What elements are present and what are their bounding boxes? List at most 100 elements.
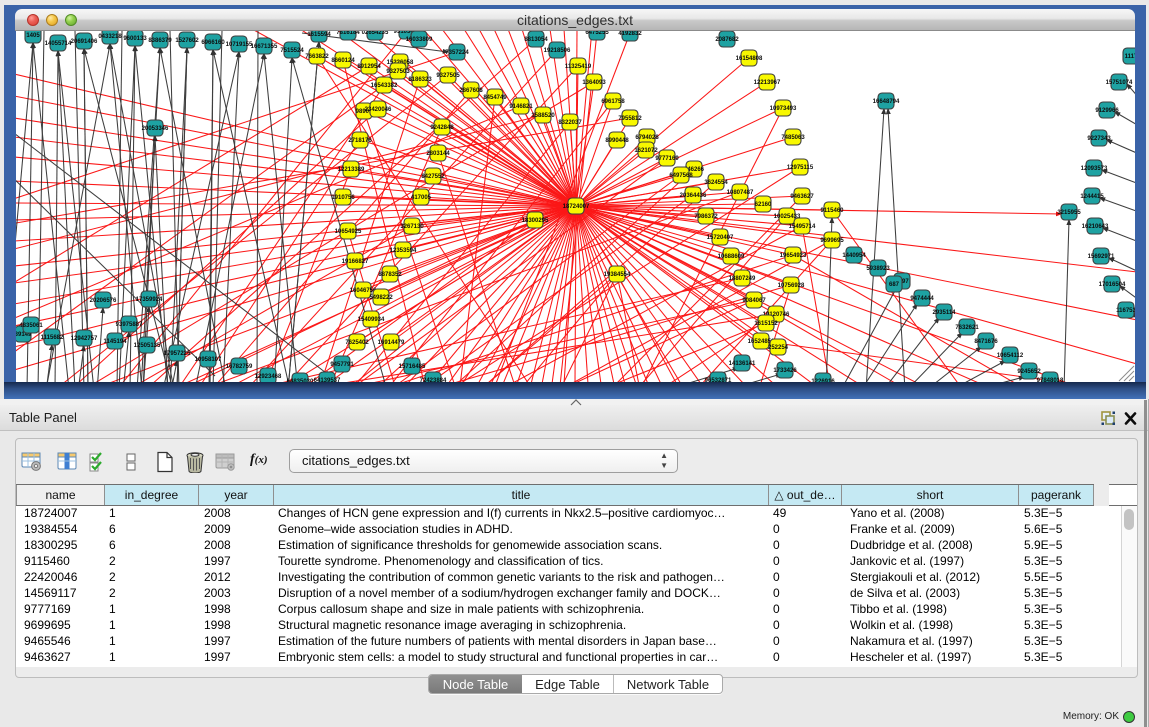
svg-text:0433218: 0433218 xyxy=(98,34,122,40)
svg-text:9115460: 9115460 xyxy=(820,208,844,214)
svg-text:15495714: 15495714 xyxy=(789,224,816,230)
svg-text:11325419: 11325419 xyxy=(565,64,592,70)
svg-text:9699695: 9699695 xyxy=(820,238,844,244)
svg-text:20364436: 20364436 xyxy=(680,193,707,199)
svg-text:1226916: 1226916 xyxy=(811,379,835,382)
svg-text:8878352: 8878352 xyxy=(378,272,402,278)
svg-text:9245652: 9245652 xyxy=(1017,369,1041,375)
svg-text:12213967: 12213967 xyxy=(754,80,781,86)
svg-text:9327505: 9327505 xyxy=(436,73,460,79)
svg-text:7625402: 7625402 xyxy=(345,340,369,346)
svg-text:1527602: 1527602 xyxy=(175,38,199,44)
svg-text:8471676: 8471676 xyxy=(974,339,998,345)
svg-text:64835030: 64835030 xyxy=(287,379,314,382)
svg-text:8813054: 8813054 xyxy=(524,37,548,43)
svg-text:6966160: 6966160 xyxy=(201,40,225,46)
svg-text:9146821: 9146821 xyxy=(509,104,533,110)
svg-text:16154808: 16154808 xyxy=(736,56,763,62)
svg-text:3215955: 3215955 xyxy=(1057,210,1081,216)
svg-text:02654235: 02654235 xyxy=(362,31,389,36)
svg-text:4192832: 4192832 xyxy=(618,31,642,37)
svg-text:252254: 252254 xyxy=(768,345,789,351)
svg-text:20206576: 20206576 xyxy=(90,298,117,304)
svg-text:1615594: 1615594 xyxy=(307,32,331,38)
svg-text:1405: 1405 xyxy=(26,33,40,39)
svg-text:23420046: 23420046 xyxy=(365,107,392,113)
svg-text:19218506: 19218506 xyxy=(544,48,571,54)
svg-text:2867608: 2867608 xyxy=(459,88,483,94)
svg-text:17016504: 17016504 xyxy=(1099,282,1126,288)
svg-text:6497568: 6497568 xyxy=(669,173,693,179)
svg-text:19384554: 19384554 xyxy=(604,272,631,278)
svg-text:14136141: 14136141 xyxy=(729,361,756,367)
svg-text:16914479: 16914479 xyxy=(378,340,405,346)
svg-text:15692971: 15692971 xyxy=(1088,254,1115,260)
svg-text:16033809: 16033809 xyxy=(406,37,433,43)
svg-text:1117: 1117 xyxy=(1125,54,1135,60)
svg-text:16210643: 16210643 xyxy=(1082,224,1109,230)
svg-text:2803144: 2803144 xyxy=(426,151,450,157)
svg-text:7955812: 7955812 xyxy=(618,116,642,122)
svg-text:8660124: 8660124 xyxy=(331,58,355,64)
svg-text:1733426: 1733426 xyxy=(773,368,797,374)
svg-text:93975887: 93975887 xyxy=(116,322,143,328)
svg-text:1145194: 1145194 xyxy=(103,339,127,345)
svg-text:687: 687 xyxy=(889,282,900,288)
svg-text:9242848: 9242848 xyxy=(430,125,454,131)
svg-text:8990448: 8990448 xyxy=(605,138,629,144)
svg-text:8386379: 8386379 xyxy=(148,38,172,44)
svg-text:7357224: 7357224 xyxy=(445,50,469,56)
svg-text:18300295: 18300295 xyxy=(522,218,549,224)
svg-text:12942757: 12942757 xyxy=(71,336,98,342)
svg-text:64139537: 64139537 xyxy=(314,378,341,382)
svg-text:1615152: 1615152 xyxy=(754,321,778,327)
svg-text:7816184: 7816184 xyxy=(336,31,360,36)
svg-text:2087682: 2087682 xyxy=(715,37,739,43)
svg-text:1115682: 1115682 xyxy=(41,335,64,341)
svg-text:2935114: 2935114 xyxy=(932,310,956,316)
svg-text:20691406: 20691406 xyxy=(71,39,98,45)
svg-text:9084067: 9084067 xyxy=(742,298,766,304)
svg-text:9600133: 9600133 xyxy=(123,36,147,42)
svg-text:9777169: 9777169 xyxy=(655,156,679,162)
svg-text:8454749: 8454749 xyxy=(483,95,507,101)
svg-text:6475255: 6475255 xyxy=(585,31,609,36)
svg-text:8186323: 8186323 xyxy=(408,77,432,83)
svg-text:116753: 116753 xyxy=(1116,308,1135,314)
svg-text:16782759: 16782759 xyxy=(226,364,253,370)
svg-text:62160: 62160 xyxy=(755,202,772,208)
svg-text:19654923: 19654923 xyxy=(780,253,807,259)
svg-text:17359924: 17359924 xyxy=(136,297,163,303)
svg-text:12093573: 12093573 xyxy=(1081,166,1108,172)
svg-text:16543382: 16543382 xyxy=(371,83,398,89)
svg-text:6794028: 6794028 xyxy=(635,135,659,141)
svg-text:19166827: 19166827 xyxy=(342,259,369,265)
svg-text:7632621: 7632621 xyxy=(955,325,979,331)
svg-text:10654925: 10654925 xyxy=(335,229,362,235)
svg-text:1621072: 1621072 xyxy=(634,148,658,154)
svg-text:4835061: 4835061 xyxy=(19,323,43,329)
svg-text:20053346: 20053346 xyxy=(142,126,169,132)
svg-text:18724007: 18724007 xyxy=(563,204,590,210)
svg-text:7485063: 7485063 xyxy=(781,135,805,141)
svg-text:5938923: 5938923 xyxy=(866,266,890,272)
svg-text:3624554: 3624554 xyxy=(704,180,728,186)
svg-text:5498222: 5498222 xyxy=(369,295,393,301)
svg-text:15720407: 15720407 xyxy=(707,235,734,241)
svg-text:9463627: 9463627 xyxy=(790,194,814,200)
svg-text:17957225: 17957225 xyxy=(164,351,191,357)
svg-text:9327503: 9327503 xyxy=(386,69,410,75)
svg-text:9474444: 9474444 xyxy=(910,296,934,302)
svg-text:9227343: 9227343 xyxy=(1087,136,1111,142)
svg-text:417005: 417005 xyxy=(411,195,432,201)
svg-text:12923468: 12923468 xyxy=(255,374,282,380)
svg-text:15716485: 15716485 xyxy=(399,364,426,370)
svg-text:12353594: 12353594 xyxy=(390,248,417,254)
svg-text:1588520: 1588520 xyxy=(531,113,555,119)
svg-text:1910756: 1910756 xyxy=(331,195,355,201)
svg-text:7986372: 7986372 xyxy=(694,214,718,220)
svg-text:6961758: 6961758 xyxy=(601,99,625,105)
svg-text:16648794: 16648794 xyxy=(873,99,900,105)
svg-text:2718176: 2718176 xyxy=(348,138,372,144)
svg-text:72423884: 72423884 xyxy=(420,378,447,382)
